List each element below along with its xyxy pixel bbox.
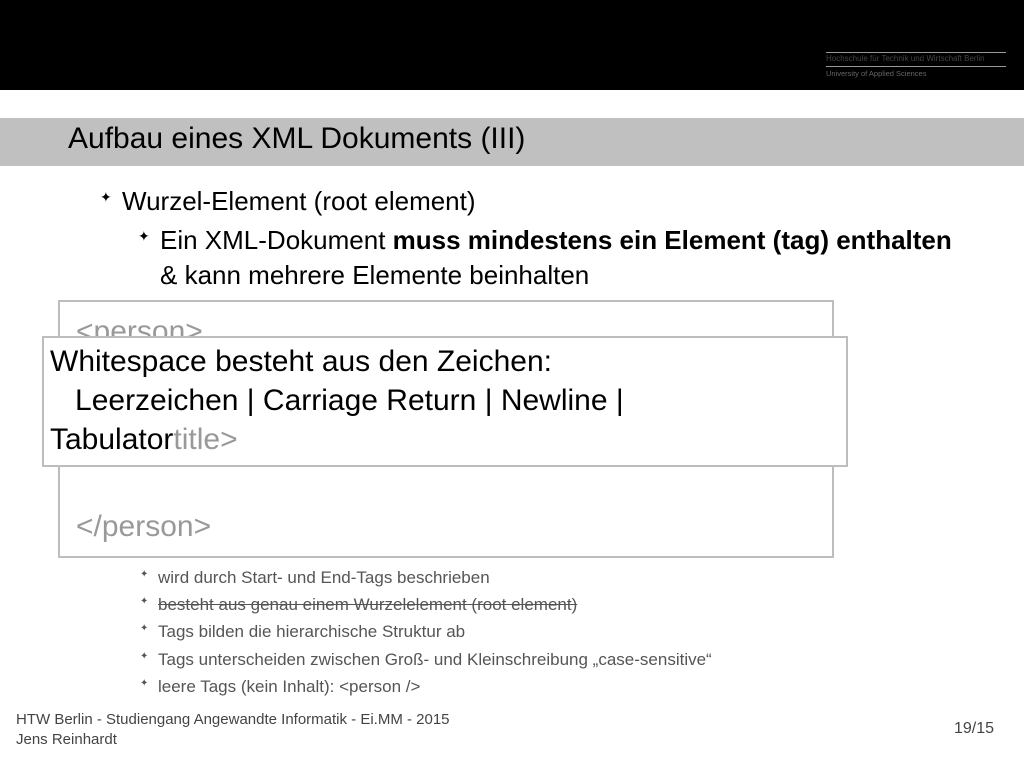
small-item-5: leere Tags (kein Inhalt): <person /> — [140, 673, 980, 700]
footer-line1: HTW Berlin - Studiengang Angewandte Info… — [16, 710, 450, 730]
footer-line2: Jens Reinhardt — [16, 730, 450, 750]
ws-line2: Leerzeichen | Carriage Return | Newline … — [50, 381, 840, 420]
small-bullet-list: wird durch Start- und End-Tags beschrieb… — [140, 564, 980, 700]
small-item-4: Tags unterscheiden zwischen Groß- und Kl… — [140, 646, 980, 673]
code-line-4: </person> — [76, 507, 816, 546]
logo-main: htw — [826, 18, 1006, 50]
bullet-root: Wurzel-Element (root element) — [100, 184, 960, 219]
page-number: 19/15 — [954, 720, 994, 738]
footer: HTW Berlin - Studiengang Angewandte Info… — [16, 710, 450, 751]
logo-text: htw — [826, 18, 871, 50]
htw-logo: htw Hochschule für Technik und Wirtschaf… — [826, 18, 1006, 78]
slide: htw Hochschule für Technik und Wirtschaf… — [0, 0, 1024, 768]
ws-line1: Whitespace besteht aus den Zeichen: — [50, 342, 840, 381]
logo-sub2: University of Applied Sciences — [826, 67, 1006, 78]
page-title: Aufbau eines XML Dokuments (III) — [68, 122, 525, 156]
ws-line3-dim: title> — [173, 423, 237, 456]
bullet-sub1: Ein XML-Dokument muss mindestens ein Ele… — [138, 223, 960, 293]
code-spacer3 — [76, 468, 816, 507]
small-item-3: Tags bilden die hierarchische Struktur a… — [140, 618, 980, 645]
ws-line3-text: Tabulator — [50, 423, 173, 456]
bullet-sub1-bold: muss mindestens ein Element (tag) enthal… — [393, 225, 952, 255]
logo-sub1: Hochschule für Technik und Wirtschaft Be… — [826, 52, 1006, 67]
content-area: Wurzel-Element (root element) Ein XML-Do… — [100, 184, 960, 293]
bullet-sub1-rest: & kann mehrere Elemente beinhalten — [160, 260, 589, 290]
small-item-1: wird durch Start- und End-Tags beschrieb… — [140, 564, 980, 591]
bullet-sub1-pre: Ein XML-Dokument — [160, 225, 393, 255]
whitespace-box: Whitespace besteht aus den Zeichen: Leer… — [42, 336, 848, 467]
ws-line3-wrap: Tabulatortitle> — [50, 420, 840, 459]
logo-dot-icon — [875, 37, 881, 43]
small-item-2: besteht aus genau einem Wurzelelement (r… — [140, 591, 980, 618]
bullet-root-text: Wurzel-Element (root element) — [122, 186, 476, 216]
